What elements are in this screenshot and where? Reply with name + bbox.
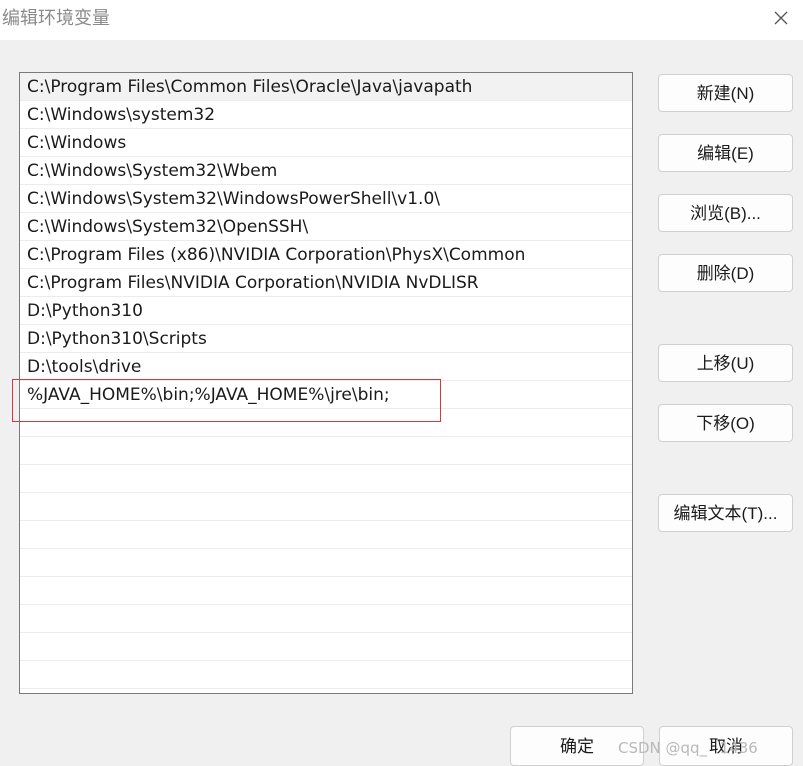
list-item[interactable]: C:\Windows\System32\Wbem [20,157,632,185]
edit-button[interactable]: 编辑(E) [658,134,793,172]
empty-list-row[interactable] [20,549,632,577]
empty-list-row[interactable] [20,633,632,661]
path-list[interactable]: C:\Program Files\Common Files\Oracle\Jav… [19,72,633,694]
empty-list-row[interactable] [20,605,632,633]
delete-button[interactable]: 删除(D) [658,254,793,292]
list-item[interactable]: C:\Windows [20,129,632,157]
window-title: 编辑环境变量 [2,8,110,29]
list-item[interactable]: D:\Python310\Scripts [20,325,632,353]
list-item[interactable]: C:\Program Files\NVIDIA Corporation\NVID… [20,269,632,297]
empty-list-row[interactable] [20,409,632,437]
empty-list-row[interactable] [20,465,632,493]
list-item[interactable]: C:\Program Files\Common Files\Oracle\Jav… [20,73,632,101]
empty-list-row[interactable] [20,661,632,689]
list-item[interactable]: D:\Python310 [20,297,632,325]
browse-button[interactable]: 浏览(B)... [658,194,793,232]
list-item[interactable]: C:\Windows\System32\OpenSSH\ [20,213,632,241]
new-button[interactable]: 新建(N) [658,74,793,112]
list-item[interactable]: C:\Program Files (x86)\NVIDIA Corporatio… [20,241,632,269]
cancel-button[interactable]: 取消 [659,726,793,766]
move-down-button[interactable]: 下移(O) [658,404,793,442]
empty-list-row[interactable] [20,521,632,549]
list-item[interactable]: C:\Windows\System32\WindowsPowerShell\v1… [20,185,632,213]
close-button[interactable] [767,4,795,32]
empty-list-row[interactable] [20,689,632,693]
empty-list-row[interactable] [20,577,632,605]
close-icon [773,10,789,26]
ok-button[interactable]: 确定 [510,726,644,766]
empty-list-row[interactable] [20,493,632,521]
list-item[interactable]: D:\tools\drive [20,353,632,381]
move-up-button[interactable]: 上移(U) [658,344,793,382]
title-bar: 编辑环境变量 [0,0,803,40]
list-item[interactable]: %JAVA_HOME%\bin;%JAVA_HOME%\jre\bin; [20,381,632,409]
edit-text-button[interactable]: 编辑文本(T)... [658,494,793,532]
edit-env-variable-dialog: 编辑环境变量 C:\Program Files\Common Files\Ora… [0,0,803,766]
list-item[interactable]: C:\Windows\system32 [20,101,632,129]
empty-list-row[interactable] [20,437,632,465]
